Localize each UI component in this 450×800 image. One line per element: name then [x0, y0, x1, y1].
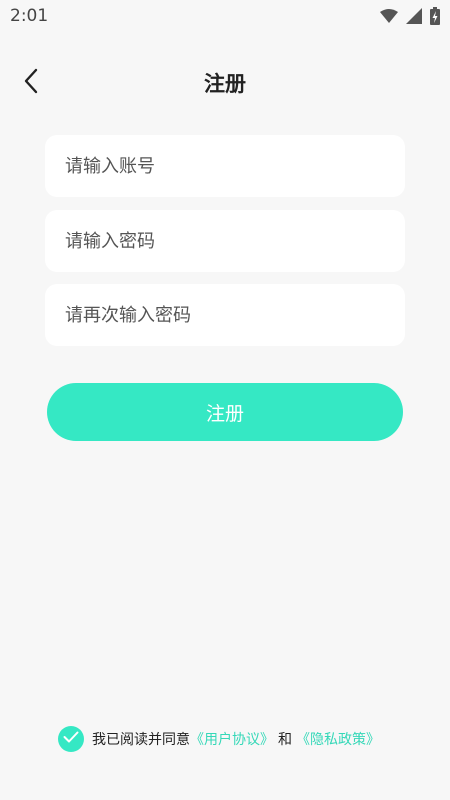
wifi-icon — [380, 9, 398, 23]
account-field — [45, 135, 405, 197]
agreement: 我已阅读并同意 《用户协议》 和 《隐私政策》 — [58, 725, 380, 753]
agreement-conjunction: 和 — [278, 732, 292, 748]
battery-icon — [430, 7, 440, 25]
signal-icon — [406, 8, 422, 24]
confirm-password-field — [45, 284, 405, 346]
back-button[interactable] — [14, 66, 48, 100]
password-field — [45, 210, 405, 272]
register-button[interactable]: 注册 — [47, 383, 403, 441]
agreement-prefix: 我已阅读并同意 — [92, 732, 190, 748]
chevron-left-icon — [23, 68, 39, 98]
privacy-policy-link[interactable]: 《隐私政策》 — [296, 729, 380, 749]
status-bar: 2:01 — [0, 0, 450, 32]
confirm-password-input[interactable] — [63, 303, 387, 327]
status-time: 2:01 — [10, 6, 49, 26]
account-input[interactable] — [63, 154, 387, 178]
status-icons — [380, 7, 440, 25]
page-title: 注册 — [204, 72, 246, 96]
checkmark-icon — [63, 731, 79, 747]
header: 注册 — [0, 60, 450, 106]
user-agreement-link[interactable]: 《用户协议》 — [190, 729, 274, 749]
password-input[interactable] — [63, 229, 387, 253]
agree-checkbox[interactable] — [58, 726, 84, 752]
